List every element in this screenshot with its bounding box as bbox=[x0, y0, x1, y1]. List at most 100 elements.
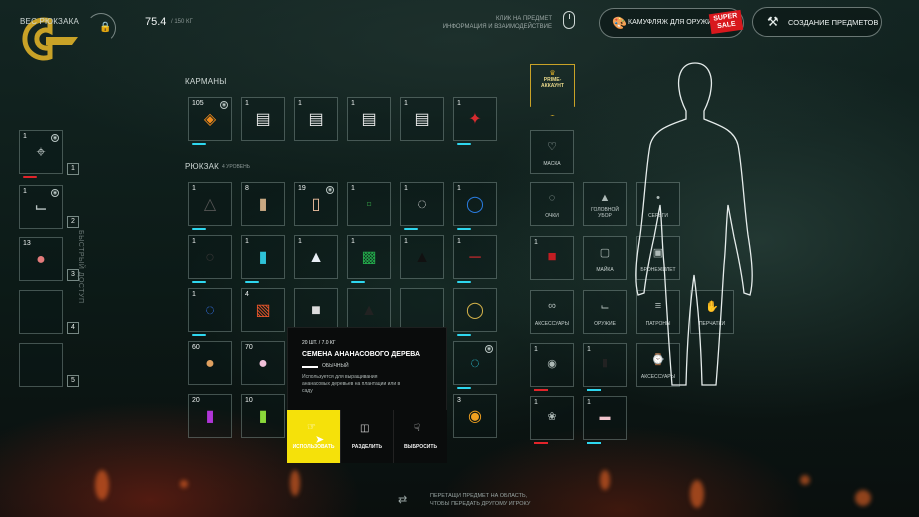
backpack-slot[interactable]: 1 △ bbox=[188, 182, 232, 230]
quick-slot[interactable]: 1 ◉ ⌖ bbox=[19, 130, 63, 178]
lock-icon: 🔒 bbox=[99, 22, 112, 33]
backpack-slot[interactable]: 1 ▩ bbox=[347, 235, 391, 283]
backpack-slot[interactable]: 10 ▮ bbox=[241, 394, 285, 438]
camo-label: КАМУФЛЯЖ ДЛЯ ОРУЖИЯ bbox=[628, 19, 718, 26]
equip-slot-shoes-item[interactable]: 1 ▬ bbox=[583, 396, 627, 444]
quick-slot[interactable] bbox=[19, 343, 63, 387]
hint-line-1: КЛИК НА ПРЕДМЕТ bbox=[496, 16, 552, 22]
slot-count: 10 bbox=[245, 397, 253, 404]
backpack-slot[interactable]: 60 ● bbox=[188, 341, 232, 385]
transfer-hint: ПЕРЕТАЩИ ПРЕДМЕТ НА ОБЛАСТЬ, ЧТОБЫ ПЕРЕД… bbox=[430, 492, 530, 508]
use-button[interactable]: ☞ ИСПОЛЬЗОВАТЬ bbox=[287, 410, 340, 463]
pocket-slot[interactable]: 1 ▤ bbox=[241, 97, 285, 141]
sale-badge: SUPER SALE bbox=[708, 9, 744, 35]
slot-count: 1 bbox=[457, 238, 461, 245]
drop-hand-icon: ☟ bbox=[414, 423, 421, 434]
backpack-level: 4 УРОВЕНЬ bbox=[222, 164, 251, 170]
slot-count: 13 bbox=[23, 240, 31, 247]
pocket-slot[interactable]: 105 ◉ ◈ bbox=[188, 97, 232, 145]
backpack-slot[interactable]: 1 ▫ bbox=[347, 182, 391, 226]
spray-can-icon: ▮ bbox=[258, 195, 268, 213]
equip-accessories[interactable]: ∞ АКСЕССУАРЫ bbox=[530, 290, 574, 334]
backpack-slot[interactable]: 3 ◉ bbox=[453, 394, 497, 438]
backpack-slot[interactable]: 8 ▮ bbox=[241, 182, 285, 226]
backpack-slot[interactable]: 20 ▮ bbox=[188, 394, 232, 438]
hoodie-icon: ▲ bbox=[361, 301, 377, 319]
mouse-icon bbox=[563, 11, 575, 29]
sneakers-icon: ▬ bbox=[599, 411, 611, 423]
backpack-slot[interactable]: ■ bbox=[294, 288, 338, 332]
equip-mask[interactable]: ♡ МАСКА bbox=[530, 130, 574, 174]
equip-slot-item[interactable]: 1 ◉ bbox=[530, 343, 574, 391]
backpack-slot[interactable]: 1 ▮ bbox=[241, 235, 285, 283]
backpack-slot[interactable]: 19 ◉ ▯ bbox=[294, 182, 338, 226]
backpack-slot[interactable]: 1 ▲ bbox=[400, 235, 444, 279]
durability-bar bbox=[245, 281, 259, 283]
backpack-slot[interactable]: 1 ─ bbox=[453, 235, 497, 283]
tooltip-title: СЕМЕНА АНАНАСОВОГО ДЕРЕВА bbox=[302, 351, 421, 358]
equip-slot-item[interactable]: 1 ❀ bbox=[530, 396, 574, 444]
split-label: РАЗДЕЛИТЬ bbox=[351, 444, 383, 450]
backpack-slot[interactable]: ◉ ◌ bbox=[453, 341, 497, 389]
pin-icon: ◉ bbox=[51, 134, 59, 142]
backpack-slot[interactable] bbox=[400, 288, 444, 332]
backpack-slot[interactable]: 70 ● bbox=[241, 341, 285, 385]
equip-label: АКСЕССУАРЫ bbox=[534, 321, 570, 327]
weight-label: ВЕС РЮКЗАКА bbox=[20, 17, 80, 26]
slot-count: 1 bbox=[245, 100, 249, 107]
quick-slot[interactable]: 13 ● bbox=[19, 237, 63, 281]
backpack-slot[interactable]: 1 ○ bbox=[188, 235, 232, 283]
equip-glasses[interactable]: ◌ ОЧКИ bbox=[530, 182, 574, 226]
slot-count: 1 bbox=[351, 100, 355, 107]
pockets-title: КАРМАНЫ bbox=[185, 77, 227, 86]
equip-slot-tshirt-item[interactable]: 1 ■ bbox=[530, 236, 574, 280]
crafting-button[interactable]: ⚒ СОЗДАНИЕ ПРЕДМЕТОВ bbox=[752, 7, 882, 37]
slot-count: 1 bbox=[587, 346, 591, 353]
slot-count: 1 bbox=[351, 238, 355, 245]
pocket-slot[interactable]: 1 ▤ bbox=[294, 97, 338, 141]
pocket-slot[interactable]: 1 ✦ bbox=[453, 97, 497, 145]
backpack-slot[interactable]: ▲ bbox=[347, 288, 391, 332]
slot-count: 1 bbox=[534, 399, 538, 406]
slot-count: 4 bbox=[245, 291, 249, 298]
prime-account-badge[interactable]: ♛ PRIME- АККАУНТ bbox=[530, 64, 575, 116]
ember bbox=[600, 470, 610, 490]
slot-count: 60 bbox=[192, 344, 200, 351]
slot-count: 1 bbox=[587, 399, 591, 406]
backpack-slot[interactable]: 4 ▧ bbox=[241, 288, 285, 332]
drop-label: ВЫБРОСИТЬ bbox=[403, 444, 438, 450]
id-card-icon: ▤ bbox=[361, 110, 377, 128]
pin-icon: ◉ bbox=[326, 186, 334, 194]
ember bbox=[800, 475, 810, 485]
durability-bar bbox=[534, 442, 548, 444]
binoculars-icon: ○ bbox=[205, 248, 215, 266]
pocket-slot[interactable]: 1 ▤ bbox=[347, 97, 391, 141]
quick-slot[interactable] bbox=[19, 290, 63, 334]
tripod-icon: △ bbox=[203, 195, 217, 213]
tshirt-icon: ■ bbox=[547, 248, 557, 265]
id-card-icon: ▤ bbox=[308, 110, 324, 128]
slot-count: 1 bbox=[192, 291, 196, 298]
tooltip-rarity: ОБЫЧНЫЙ bbox=[322, 363, 349, 369]
durability-bar bbox=[23, 176, 37, 178]
equip-label: ОЧКИ bbox=[545, 213, 559, 219]
slot-count: 1 bbox=[534, 239, 538, 246]
transfer-icon: ⇄ bbox=[398, 494, 408, 506]
pocket-slot[interactable]: 1 ▤ bbox=[400, 97, 444, 141]
split-icon: ◫ bbox=[360, 423, 370, 434]
backpack-title: РЮКЗАК bbox=[185, 162, 220, 171]
can-icon: ▮ bbox=[258, 407, 268, 425]
drop-button[interactable]: ☟ ВЫБРОСИТЬ bbox=[393, 410, 447, 463]
camo-button[interactable]: 🎨 КАМУФЛЯЖ ДЛЯ ОРУЖИЯ SUPER SALE bbox=[599, 8, 744, 38]
durability-bar bbox=[457, 387, 471, 389]
mask-icon: ♡ bbox=[547, 141, 557, 153]
split-button[interactable]: ◫ РАЗДЕЛИТЬ bbox=[340, 410, 393, 463]
backpack-slot[interactable]: 1 ▲ bbox=[294, 235, 338, 279]
quick-slot[interactable]: 1 ◉ ⌙ bbox=[19, 185, 63, 229]
backpack-slot[interactable]: ◯ bbox=[453, 288, 497, 336]
backpack-slot[interactable]: 1 ◌ bbox=[400, 182, 444, 230]
tooltip-description: Используется для выращивания ананасовых … bbox=[302, 374, 401, 394]
durability-bar bbox=[587, 442, 601, 444]
backpack-slot[interactable]: 1 ◌ bbox=[188, 288, 232, 336]
backpack-slot[interactable]: 1 ◯ bbox=[453, 182, 497, 230]
